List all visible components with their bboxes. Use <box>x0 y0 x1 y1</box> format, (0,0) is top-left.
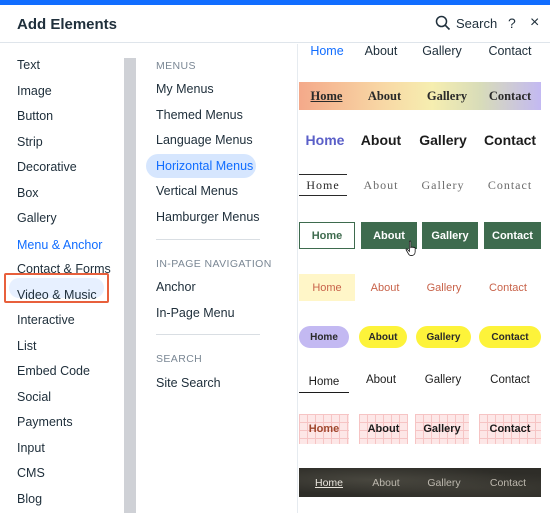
category-item-image[interactable]: Image <box>17 84 52 98</box>
subcategory-item-anchor[interactable]: Anchor <box>156 280 196 294</box>
menu-preview-item-about: About <box>370 281 400 294</box>
menu-preview-item-contact: Contact <box>479 326 541 348</box>
category-scrollbar[interactable] <box>124 58 136 513</box>
section-heading-search: SEARCH <box>156 353 203 365</box>
menu-preview-item-contact: Contact <box>487 177 533 192</box>
menu-preview-gallery: Home About Gallery Contact Home About Gallery C… <box>299 44 550 513</box>
menu-preview-6[interactable]: Home About Gallery Contact <box>299 274 541 301</box>
menu-preview-item-gallery: Gallery <box>427 476 461 489</box>
category-item-list[interactable]: List <box>17 339 36 353</box>
menu-preview-item-about: About <box>364 44 398 58</box>
category-item-strip[interactable]: Strip <box>17 135 43 149</box>
menu-preview-item-gallery: Gallery <box>422 44 462 58</box>
menu-preview-item-gallery: Gallery <box>426 88 468 103</box>
category-item-cms[interactable]: CMS <box>17 466 45 480</box>
category-item-decorative[interactable]: Decorative <box>17 160 77 174</box>
subcategory-item-site-search[interactable]: Site Search <box>156 376 221 390</box>
category-item-embed-code[interactable]: Embed Code <box>17 364 90 378</box>
category-item-contact-and-forms[interactable]: Contact & Forms <box>17 262 111 276</box>
menu-preview-item-contact: Contact <box>488 88 532 103</box>
menu-preview-item-contact: Contact <box>484 222 541 249</box>
menu-preview-item-contact: Contact <box>489 281 527 294</box>
menu-preview-item-gallery: Gallery <box>422 222 478 249</box>
menu-preview-item-home: Home <box>299 414 349 444</box>
menu-preview-item-home: Home <box>310 44 344 58</box>
category-item-text[interactable]: Text <box>17 58 40 72</box>
search-button[interactable]: Search <box>435 15 497 31</box>
menu-preview-item-gallery: Gallery <box>424 374 462 386</box>
close-icon[interactable]: × <box>530 14 539 32</box>
divider <box>156 239 260 240</box>
category-item-gallery[interactable]: Gallery <box>17 211 57 225</box>
category-item-button[interactable]: Button <box>17 109 53 123</box>
category-list: Text Image Button Strip Decorative Box Gallery… <box>0 44 123 513</box>
menu-preview-8[interactable]: Home About Gallery Contact <box>299 371 541 393</box>
menu-preview-item-about: About <box>367 88 402 103</box>
subcategory-list: MENUS My Menus Themed Menus Language Menus… <box>136 44 298 513</box>
menu-preview-item-home: Home <box>299 174 347 196</box>
menu-preview-item-about: About <box>359 326 407 348</box>
menu-preview-item-home: Home <box>299 371 349 393</box>
menu-preview-10[interactable]: Home About Gallery Contact <box>299 468 541 497</box>
category-item-interactive[interactable]: Interactive <box>17 313 75 327</box>
menu-preview-item-contact: Contact <box>479 414 541 444</box>
menu-preview-item-about: About <box>365 374 397 386</box>
subcategory-item-my-menus[interactable]: My Menus <box>156 82 214 96</box>
subcategory-item-horizontal-menus[interactable]: Horizontal Menus <box>156 159 253 173</box>
menu-preview-item-contact: Contact <box>488 44 532 58</box>
menu-preview-7[interactable]: Home About Gallery Contact <box>299 326 541 348</box>
menu-preview-9[interactable]: Home About Gallery Contact <box>299 414 541 444</box>
subcategory-item-in-page-menu[interactable]: In-Page Menu <box>156 306 235 320</box>
hand-cursor-icon <box>405 240 416 256</box>
menu-preview-item-about: About <box>360 132 402 148</box>
subcategory-item-themed-menus[interactable]: Themed Menus <box>156 108 243 122</box>
menu-preview-1[interactable]: Home About Gallery Contact <box>299 44 541 58</box>
menu-preview-item-contact: Contact <box>490 374 530 386</box>
menu-preview-item-home: Home <box>310 88 343 103</box>
menu-preview-item-gallery: Gallery <box>426 281 462 294</box>
category-item-social[interactable]: Social <box>17 390 51 404</box>
panel-header: Add Elements Search ? × <box>0 5 550 43</box>
category-item-blog[interactable]: Blog <box>17 492 42 506</box>
category-item-box[interactable]: Box <box>17 186 39 200</box>
menu-preview-item-gallery: Gallery <box>416 326 471 348</box>
menu-preview-item-gallery: Gallery <box>421 177 465 192</box>
menu-preview-item-home: Home <box>305 132 345 148</box>
section-heading-in-page-navigation: IN-PAGE NAVIGATION <box>156 258 272 270</box>
menu-preview-item-home: Home <box>314 476 343 489</box>
search-label: Search <box>456 15 498 31</box>
menu-preview-3[interactable]: Home About Gallery Contact <box>299 130 541 150</box>
menu-preview-item-home: Home <box>299 222 355 249</box>
menu-preview-item-about: About <box>359 414 408 444</box>
menu-preview-item-gallery: Gallery <box>415 414 469 444</box>
menu-preview-item-home: Home <box>299 274 355 301</box>
menu-preview-item-about: About <box>363 177 399 192</box>
help-icon[interactable]: ? <box>508 15 516 31</box>
menu-preview-item-gallery: Gallery <box>419 132 467 148</box>
panel-title: Add Elements <box>17 16 118 33</box>
menu-preview-item-about: About <box>372 476 400 489</box>
menu-preview-item-contact: Contact <box>489 476 527 489</box>
search-icon <box>435 15 451 31</box>
menu-preview-5[interactable]: Home About Gallery Contact <box>299 222 541 249</box>
category-item-input[interactable]: Input <box>17 441 45 455</box>
subcategory-item-vertical-menus[interactable]: Vertical Menus <box>156 184 238 198</box>
subcategory-item-language-menus[interactable]: Language Menus <box>156 133 253 147</box>
category-item-payments[interactable]: Payments <box>17 415 73 429</box>
subcategory-item-hamburger-menus[interactable]: Hamburger Menus <box>156 210 260 224</box>
category-item-video-and-music[interactable]: Video & Music <box>17 288 97 302</box>
menu-preview-item-home: Home <box>299 326 349 348</box>
category-item-menu-and-anchor[interactable]: Menu & Anchor <box>17 238 102 252</box>
menu-preview-item-contact: Contact <box>483 132 537 148</box>
section-heading-menus: MENUS <box>156 60 196 72</box>
divider <box>156 334 260 335</box>
menu-preview-2[interactable]: Home About Gallery Contact <box>299 82 541 110</box>
menu-preview-4[interactable]: Home About Gallery Contact <box>299 174 541 196</box>
